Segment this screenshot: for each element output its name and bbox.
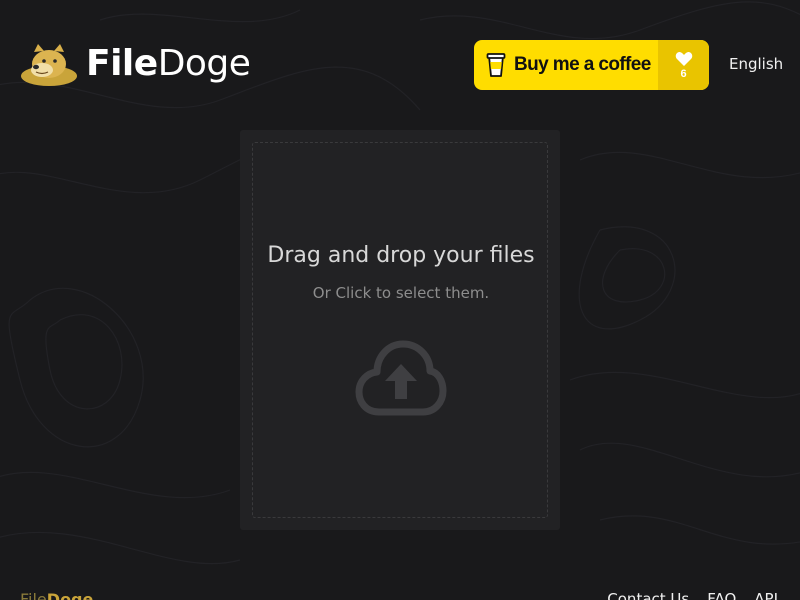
language-selector[interactable]: English (729, 55, 783, 73)
logo-text-bold: File (86, 43, 158, 84)
coffee-cup-icon (486, 53, 506, 77)
coffee-label: Buy me a coffee (514, 54, 651, 75)
supporter-count[interactable]: 6 (658, 40, 709, 90)
footer-link-api[interactable]: API (754, 590, 778, 600)
footer-link-faq[interactable]: FAQ (707, 590, 736, 600)
doge-mascot-icon (21, 44, 77, 86)
footer-brand[interactable]: FileDoge (20, 590, 93, 600)
logo-text-regular: Doge (157, 43, 251, 84)
file-dropzone[interactable]: Drag and drop your files Or Click to sel… (240, 130, 560, 530)
footer-brand-part1: File (20, 590, 47, 600)
heart-icon (675, 51, 692, 66)
coffee-main[interactable]: Buy me a coffee (474, 40, 658, 90)
supporter-count-value: 6 (680, 67, 687, 80)
logo-text: FileDoge (86, 43, 251, 84)
footer-link-contact[interactable]: Contact Us (607, 590, 689, 600)
filedoge-logo[interactable]: FileDoge (20, 42, 251, 86)
footer-links: Contact Us FAQ API (607, 590, 778, 600)
dropzone-dashed-border[interactable]: Drag and drop your files Or Click to sel… (252, 142, 548, 518)
footer-brand-part2: Doge (46, 590, 94, 600)
dropzone-title: Drag and drop your files (267, 243, 535, 268)
dropzone-subtitle: Or Click to select them. (312, 284, 490, 302)
site-header: FileDoge Buy me a coffee 6 English (0, 0, 800, 130)
buy-me-a-coffee-button[interactable]: Buy me a coffee 6 (474, 40, 709, 90)
cloud-upload-icon (355, 340, 447, 416)
